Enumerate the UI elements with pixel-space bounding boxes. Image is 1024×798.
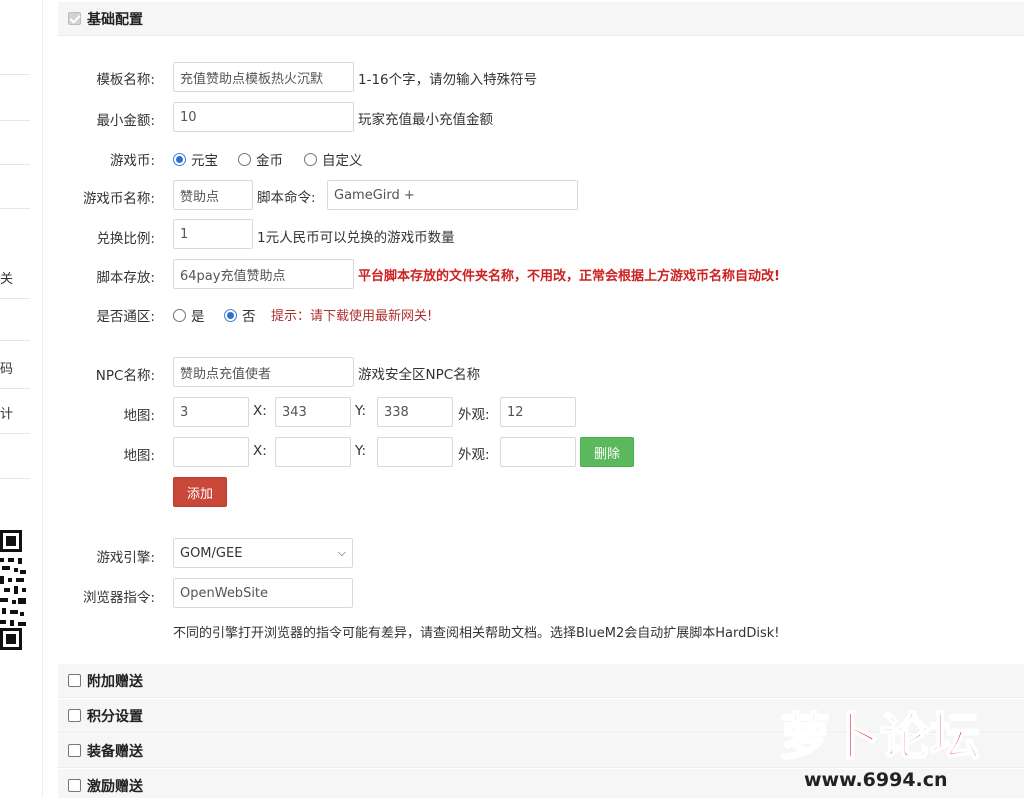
section-incentive-checkbox[interactable]	[68, 779, 81, 792]
section-extra-gift[interactable]: 附加赠送	[58, 664, 1024, 698]
template-name-input[interactable]	[173, 62, 354, 92]
look-label: 外观:	[458, 447, 490, 463]
x-input[interactable]	[275, 397, 351, 427]
script-dir-label: 脚本存放:	[96, 270, 155, 286]
y-input[interactable]	[377, 437, 453, 467]
section-basic-config[interactable]: 基础配置	[58, 2, 1024, 36]
engine-label: 游戏引擎:	[96, 550, 155, 566]
ratio-label: 兑换比例:	[96, 231, 155, 247]
template-name-hint: 1-16个字，请勿输入特殊符号	[358, 72, 538, 88]
section-extra-title: 附加赠送	[87, 673, 143, 690]
watermark-logo: 萝卜论坛 www.6994.cn	[779, 707, 981, 791]
watermark-title: 萝卜论坛	[780, 708, 980, 766]
cross-zone-option-yes[interactable]: 是	[173, 305, 205, 325]
cross-zone-tip: 提示：请下载使用最新网关!	[271, 309, 433, 324]
chevron-down-icon: ⌵	[337, 546, 346, 559]
y-input[interactable]	[377, 397, 453, 427]
ratio-input[interactable]	[173, 219, 253, 249]
script-dir-input[interactable]	[173, 259, 354, 289]
x-label: X:	[253, 443, 267, 459]
look-label: 外观:	[458, 407, 490, 423]
y-label: Y:	[355, 403, 367, 419]
delete-button[interactable]: 删除	[580, 437, 634, 467]
section-equip-checkbox[interactable]	[68, 744, 81, 757]
x-input[interactable]	[275, 437, 351, 467]
x-label: X:	[253, 403, 267, 419]
browser-cmd-input[interactable]	[173, 578, 353, 608]
engine-selected-value: GOM/GEE	[180, 545, 243, 561]
sidebar-divider	[0, 208, 30, 209]
min-amount-hint: 玩家充值最小充值金额	[358, 112, 493, 128]
engine-select[interactable]: GOM/GEE ⌵	[173, 538, 353, 568]
section-basic-checkbox[interactable]	[68, 12, 81, 25]
script-dir-warning: 平台脚本存放的文件夹名称，不用改，正常会根据上方游戏币名称自动改!	[358, 269, 780, 284]
currency-option-label: 自定义	[322, 153, 363, 169]
cross-zone-option-label: 是	[191, 309, 205, 325]
cross-zone-option-no[interactable]: 否	[224, 305, 256, 325]
script-command-input[interactable]	[327, 180, 578, 210]
currency-option-label: 元宝	[191, 153, 218, 169]
ratio-hint: 1元人民币可以兑换的游戏币数量	[257, 230, 455, 246]
currency-option-custom[interactable]: 自定义	[304, 149, 363, 169]
cross-zone-option-label: 否	[242, 309, 256, 325]
npc-name-input[interactable]	[173, 357, 354, 387]
radio-selected-icon[interactable]	[224, 308, 237, 322]
y-label: Y:	[355, 443, 367, 459]
section-incentive-title: 激励赠送	[87, 778, 143, 795]
map-input[interactable]	[173, 437, 249, 467]
currency-name-input[interactable]	[173, 180, 253, 210]
sidebar-divider	[0, 433, 30, 434]
currency-option-label: 金币	[256, 153, 283, 169]
sidebar-divider	[0, 388, 30, 389]
currency-option-yuanbao[interactable]: 元宝	[173, 149, 218, 169]
browser-cmd-label: 浏览器指令:	[82, 590, 155, 606]
template-name-label: 模板名称:	[96, 72, 155, 88]
section-basic-title: 基础配置	[87, 11, 143, 28]
map-label: 地图:	[123, 408, 155, 424]
map-input[interactable]	[173, 397, 249, 427]
section-points-checkbox[interactable]	[68, 709, 81, 722]
watermark-url: www.6994.cn	[804, 769, 948, 791]
cross-zone-label: 是否通区:	[96, 309, 155, 325]
browser-cmd-note: 不同的引擎打开浏览器的指令可能有差异，请查阅相关帮助文档。选择BlueM2会自动…	[173, 626, 780, 641]
radio-selected-icon[interactable]	[173, 152, 186, 166]
sidebar-divider	[0, 298, 30, 299]
currency-option-gold[interactable]: 金币	[238, 149, 283, 169]
npc-name-label: NPC名称:	[95, 368, 155, 384]
add-button[interactable]: 添加	[173, 477, 227, 507]
section-extra-checkbox[interactable]	[68, 674, 81, 687]
npc-name-hint: 游戏安全区NPC名称	[358, 367, 481, 383]
look-input[interactable]	[500, 437, 576, 467]
script-command-label: 脚本命令:	[257, 190, 316, 206]
look-input[interactable]	[500, 397, 576, 427]
min-amount-input[interactable]	[173, 102, 354, 132]
sidebar-divider	[0, 478, 30, 479]
radio-icon[interactable]	[173, 308, 186, 322]
map-label: 地图:	[123, 448, 155, 464]
sidebar-divider	[0, 340, 30, 341]
currency-label: 游戏币:	[109, 153, 155, 169]
currency-name-label: 游戏币名称:	[82, 191, 155, 207]
radio-icon[interactable]	[238, 152, 251, 166]
section-equip-title: 装备赠送	[87, 743, 143, 760]
radio-icon[interactable]	[304, 152, 317, 166]
min-amount-label: 最小金额:	[96, 113, 155, 129]
section-points-title: 积分设置	[87, 708, 143, 725]
